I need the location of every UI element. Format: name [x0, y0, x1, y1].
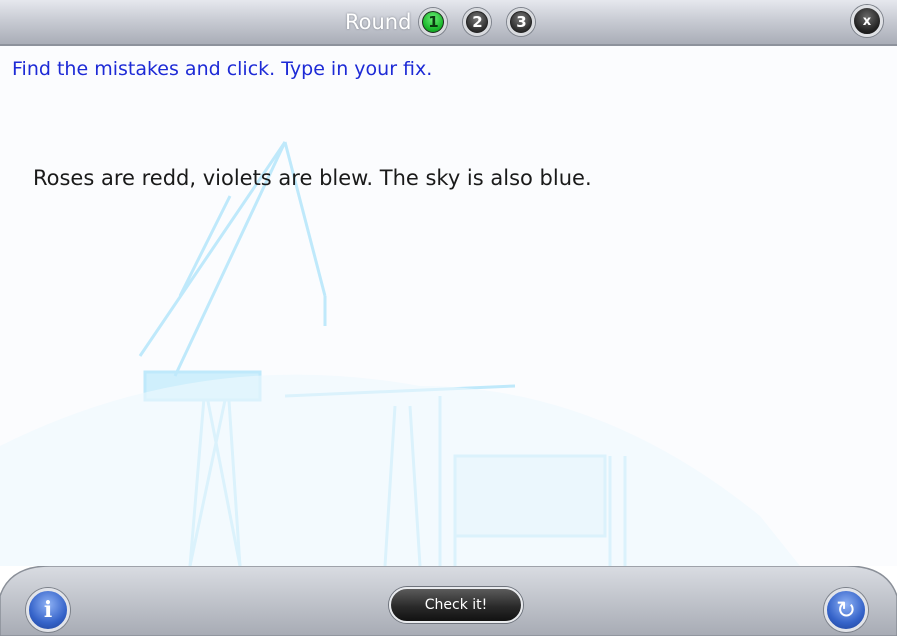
round-3-button[interactable]: 3 [507, 8, 536, 36]
round-selector: Round 1 2 3 [345, 6, 551, 38]
info-icon: i [43, 597, 53, 623]
refresh-icon: ↻ [835, 596, 857, 624]
refresh-button[interactable]: ↻ [824, 588, 868, 632]
check-it-button[interactable]: Check it! [389, 587, 523, 623]
round-1-button[interactable]: 1 [419, 8, 448, 36]
round-2-button[interactable]: 2 [463, 8, 492, 36]
editable-sentence[interactable]: Roses are redd, violets are blew. The sk… [33, 166, 592, 190]
instruction-text: Find the mistakes and click. Type in you… [12, 58, 433, 80]
round-label: Round [345, 10, 412, 34]
close-button[interactable]: x [851, 5, 883, 37]
info-button[interactable]: i [26, 588, 70, 632]
crane-background-illustration [0, 141, 800, 566]
title-bar: Round 1 2 3 x [0, 0, 897, 46]
bottom-toolbar: i Check it! ↻ [0, 566, 897, 636]
game-area: Find the mistakes and click. Type in you… [0, 46, 897, 566]
